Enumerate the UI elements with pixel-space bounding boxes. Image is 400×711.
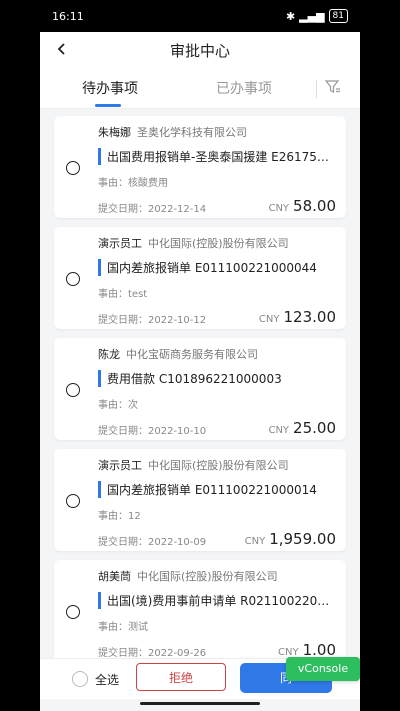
filter-icon[interactable]: [324, 78, 344, 98]
select-radio[interactable]: [66, 494, 80, 508]
approval-card[interactable]: 朱梅娜 圣奥化学科技有限公司 出国费用报销单-圣奥泰国援建 E26175322..…: [54, 116, 346, 218]
submit-date: 提交日期：2022-10-10: [98, 426, 207, 437]
submitter-name: 胡美茼: [98, 570, 131, 583]
divider: [316, 80, 317, 98]
submitter-name: 陈龙: [98, 348, 120, 361]
submitter-name: 朱梅娜: [98, 126, 131, 139]
document-title: 费用借款 C101896221000003: [98, 370, 336, 387]
reason: 事由：12: [98, 511, 141, 522]
document-title: 出国费用报销单-圣奥泰国援建 E26175322...: [98, 148, 336, 165]
submit-date: 提交日期：2022-10-09: [98, 537, 207, 548]
app-header: 审批中心: [40, 32, 360, 68]
approval-card[interactable]: 胡美茼 中化国际(控股)股份有限公司 出国(境)费用事前申请单 R02110022…: [54, 560, 346, 658]
reason: 事由：核酸费用: [98, 178, 168, 189]
submitter-name: 演示员工: [98, 237, 142, 250]
company-name: 圣奥化学科技有限公司: [137, 126, 247, 139]
amount: 25.00: [293, 419, 336, 437]
battery-icon: 81: [328, 9, 348, 23]
approval-list: 朱梅娜 圣奥化学科技有限公司 出国费用报销单-圣奥泰国援建 E26175322..…: [40, 112, 360, 658]
tab-done[interactable]: 已办事项: [216, 78, 272, 98]
tab-bar: 待办事项 已办事项: [40, 68, 360, 109]
select-radio[interactable]: [66, 605, 80, 619]
document-title: 出国(境)费用事前申请单 R021100220900...: [98, 592, 336, 609]
reject-button[interactable]: 拒绝: [136, 663, 226, 691]
phone-screen: 16:11 ✱ ▂▄▆ 81 审批中心 待办事项 已办事项 朱梅娜 圣奥化学科技有…: [40, 0, 360, 711]
currency: CNY: [268, 425, 290, 436]
tab-pending[interactable]: 待办事项: [82, 78, 138, 98]
select-radio[interactable]: [66, 161, 80, 175]
select-radio[interactable]: [66, 383, 80, 397]
currency: CNY: [244, 536, 266, 547]
document-title: 国内差旅报销单 E011100221000014: [98, 481, 336, 498]
signal-icon: ▂▄▆: [299, 9, 325, 23]
submit-date: 提交日期：2022-12-14: [98, 204, 207, 215]
reason: 事由：次: [98, 400, 138, 411]
vconsole-button[interactable]: vConsole: [286, 657, 360, 681]
submit-date: 提交日期：2022-10-12: [98, 315, 207, 326]
amount: 58.00: [293, 197, 336, 215]
page-title: 审批中心: [169, 41, 230, 60]
submitter-name: 演示员工: [98, 459, 142, 472]
bluetooth-icon: ✱: [285, 9, 296, 23]
company-name: 中化国际(控股)股份有限公司: [137, 570, 278, 583]
currency: CNY: [268, 203, 290, 214]
amount: 1,959.00: [269, 530, 336, 548]
status-bar: 16:11 ✱ ▂▄▆ 81: [40, 0, 360, 32]
status-time: 16:11: [52, 9, 84, 23]
tab-indicator: [95, 104, 121, 107]
approval-card[interactable]: 演示员工 中化国际(控股)股份有限公司 国内差旅报销单 E011100221000…: [54, 227, 346, 329]
approval-card[interactable]: 演示员工 中化国际(控股)股份有限公司 国内差旅报销单 E011100221000…: [54, 449, 346, 551]
amount: 1.00: [302, 641, 336, 658]
select-all-radio[interactable]: [72, 671, 88, 687]
select-all-label[interactable]: 全选: [95, 671, 119, 688]
approval-card[interactable]: 陈龙 中化宝砺商务服务有限公司 费用借款 C101896221000003 事由：…: [54, 338, 346, 440]
submit-date: 提交日期：2022-09-26: [98, 648, 207, 658]
reason: 事由：测试: [98, 622, 148, 633]
company-name: 中化国际(控股)股份有限公司: [148, 237, 289, 250]
status-icons: ✱ ▂▄▆ 81: [286, 9, 348, 23]
currency: CNY: [258, 314, 280, 325]
chevron-left-icon[interactable]: [50, 37, 74, 61]
company-name: 中化宝砺商务服务有限公司: [126, 348, 258, 361]
company-name: 中化国际(控股)股份有限公司: [148, 459, 289, 472]
reason: 事由：test: [98, 289, 148, 300]
amount: 123.00: [283, 308, 337, 326]
select-radio[interactable]: [66, 272, 80, 286]
home-indicator: [140, 702, 260, 705]
document-title: 国内差旅报销单 E011100221000044: [98, 259, 336, 276]
